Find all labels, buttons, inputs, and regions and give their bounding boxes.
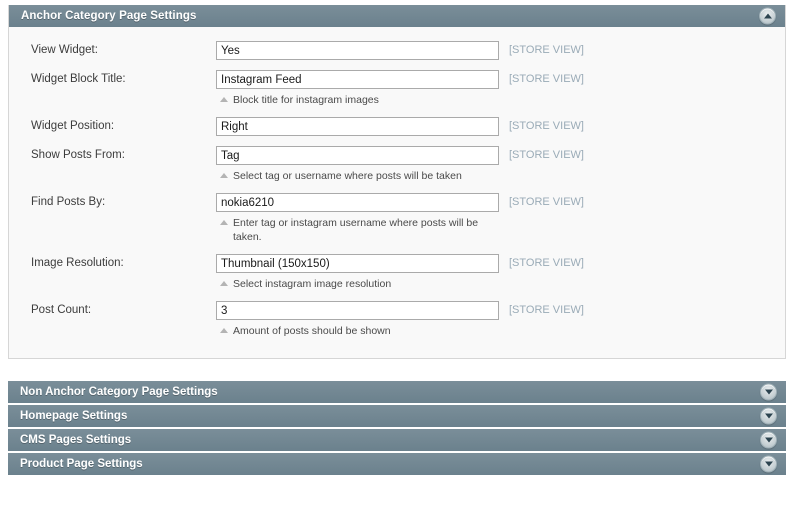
form-row-widget-position: Widget Position: [STORE VIEW] — [9, 117, 785, 136]
scope-label: [STORE VIEW] — [509, 73, 584, 85]
post-count-input[interactable] — [216, 301, 499, 320]
section-title: Product Page Settings — [20, 458, 143, 470]
triangle-down-glyph — [764, 413, 773, 419]
hint-triangle-icon — [220, 173, 228, 178]
field-label: View Widget: — [31, 44, 98, 56]
widget-position-input[interactable] — [216, 117, 499, 136]
anchor-category-page-settings-panel: Anchor Category Page Settings View Widge… — [8, 5, 786, 359]
settings-form: View Widget: [STORE VIEW] Widget Block T… — [9, 27, 785, 358]
field-control: Select tag or username where posts will … — [216, 146, 501, 183]
section-header-homepage-settings[interactable]: Homepage Settings — [8, 405, 786, 427]
form-row-show-posts-from: Show Posts From: Select tag or username … — [9, 146, 785, 183]
view-widget-input[interactable] — [216, 41, 499, 60]
field-hint: Block title for instagram images — [216, 93, 499, 107]
collapse-circle-up-icon[interactable] — [759, 7, 776, 25]
hint-text: Block title for instagram images — [233, 94, 379, 106]
expand-circle-down-icon[interactable] — [760, 455, 777, 473]
hint-text: Select instagram image resolution — [233, 278, 392, 290]
hint-triangle-icon — [220, 220, 228, 225]
hint-text: Enter tag or instagram username where po… — [233, 217, 479, 243]
hint-triangle-icon — [220, 328, 228, 333]
hint-text: Select tag or username where posts will … — [233, 170, 462, 182]
triangle-up-glyph — [763, 13, 772, 19]
expand-circle-down-icon[interactable] — [760, 407, 777, 425]
field-control — [216, 41, 501, 60]
section-title: Anchor Category Page Settings — [21, 10, 197, 22]
scope-label: [STORE VIEW] — [509, 196, 584, 208]
field-hint: Select tag or username where posts will … — [216, 169, 499, 183]
scope-label: [STORE VIEW] — [509, 257, 584, 269]
scope-label: [STORE VIEW] — [509, 120, 584, 132]
section-header-product-page-settings[interactable]: Product Page Settings — [8, 453, 786, 475]
expand-circle-down-icon[interactable] — [760, 431, 777, 449]
hint-text: Amount of posts should be shown — [233, 325, 391, 337]
section-title: CMS Pages Settings — [20, 434, 132, 446]
field-label: Widget Position: — [31, 120, 115, 132]
hint-triangle-icon — [220, 97, 228, 102]
field-control — [216, 117, 501, 136]
anchor-category-page-settings-header[interactable]: Anchor Category Page Settings — [9, 5, 785, 27]
field-control: Block title for instagram images — [216, 70, 501, 107]
image-resolution-input[interactable] — [216, 254, 499, 273]
field-label: Image Resolution: — [31, 257, 124, 269]
hint-triangle-icon — [220, 281, 228, 286]
scope-label: [STORE VIEW] — [509, 44, 584, 56]
field-hint: Amount of posts should be shown — [216, 324, 499, 338]
widget-block-title-input[interactable] — [216, 70, 499, 89]
field-hint: Select instagram image resolution — [216, 277, 499, 291]
form-row-image-resolution: Image Resolution: Select instagram image… — [9, 254, 785, 291]
field-control: Amount of posts should be shown — [216, 301, 501, 338]
settings-page: Anchor Category Page Settings View Widge… — [0, 0, 800, 506]
section-title: Non Anchor Category Page Settings — [20, 386, 218, 398]
triangle-down-glyph — [764, 389, 773, 395]
find-posts-by-input[interactable] — [216, 193, 499, 212]
scope-label: [STORE VIEW] — [509, 149, 584, 161]
field-label: Find Posts By: — [31, 196, 106, 208]
section-header-non-anchor-category-page-settings[interactable]: Non Anchor Category Page Settings — [8, 381, 786, 403]
field-label: Post Count: — [31, 304, 92, 316]
show-posts-from-input[interactable] — [216, 146, 499, 165]
field-label: Show Posts From: — [31, 149, 125, 161]
triangle-down-glyph — [764, 461, 773, 467]
field-label: Widget Block Title: — [31, 73, 126, 85]
field-control: Enter tag or instagram username where po… — [216, 193, 501, 244]
scope-label: [STORE VIEW] — [509, 304, 584, 316]
form-row-find-posts-by: Find Posts By: Enter tag or instagram us… — [9, 193, 785, 244]
expand-circle-down-icon[interactable] — [760, 383, 777, 401]
form-row-widget-block-title: Widget Block Title: Block title for inst… — [9, 70, 785, 107]
collapsed-sections: Non Anchor Category Page Settings Homepa… — [8, 381, 786, 477]
form-row-view-widget: View Widget: [STORE VIEW] — [9, 41, 785, 60]
form-row-post-count: Post Count: Amount of posts should be sh… — [9, 301, 785, 338]
field-hint: Enter tag or instagram username where po… — [216, 216, 499, 244]
section-title: Homepage Settings — [20, 410, 128, 422]
field-control: Select instagram image resolution — [216, 254, 501, 291]
triangle-down-glyph — [764, 437, 773, 443]
section-header-cms-pages-settings[interactable]: CMS Pages Settings — [8, 429, 786, 451]
